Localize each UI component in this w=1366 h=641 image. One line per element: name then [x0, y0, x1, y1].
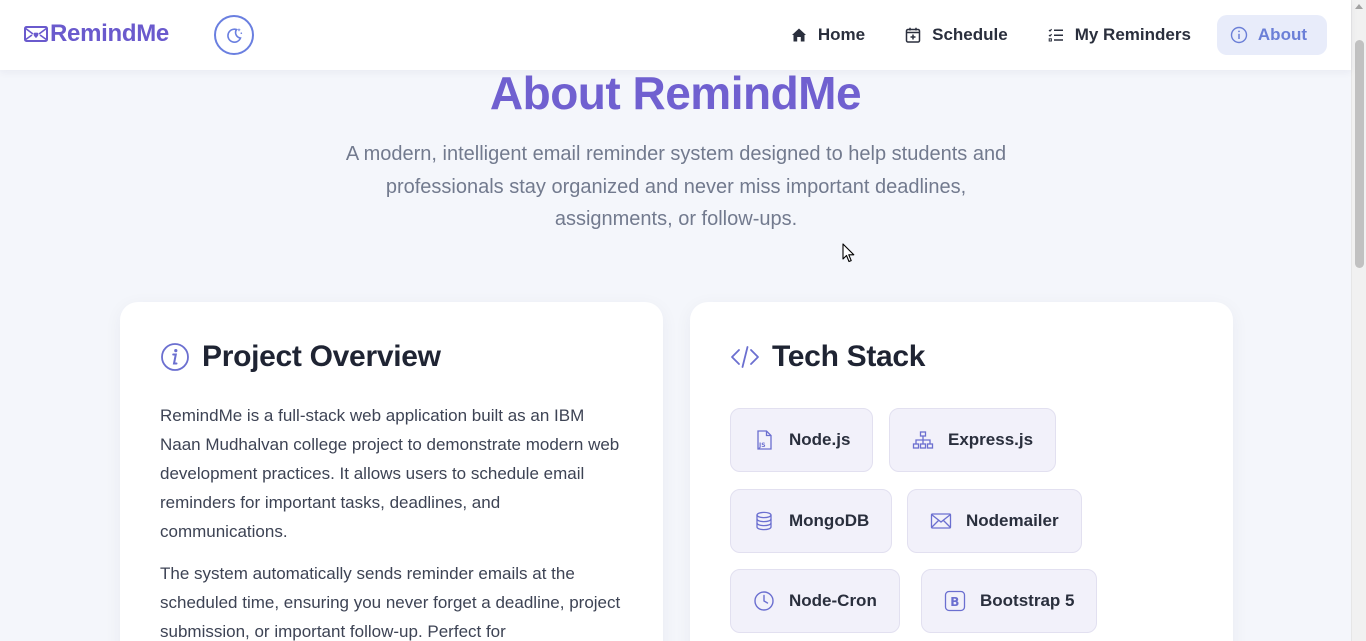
- home-icon: [791, 28, 806, 42]
- info-circle-icon: [161, 343, 189, 371]
- moon-stars-icon: [227, 28, 243, 43]
- clock-icon: [754, 591, 774, 611]
- brand-name: RemindMe: [50, 20, 169, 47]
- tech-item-label: MongoDB: [789, 511, 870, 530]
- page-scrollbar[interactable]: [1351, 0, 1366, 641]
- scroll-up-arrow-icon[interactable]: [1355, 4, 1363, 9]
- nav-my-reminders-label: My Reminders: [1074, 25, 1191, 44]
- tech-stack-header: Tech Stack: [730, 340, 925, 374]
- nav-home[interactable]: Home: [777, 15, 885, 55]
- nav-about-label: About: [1257, 25, 1307, 44]
- svg-text:B: B: [950, 595, 959, 609]
- tech-stack-card: Tech Stack JS Node.js Express.js MongoDB: [690, 302, 1233, 641]
- list-icon: [1048, 28, 1063, 42]
- tech-item-label: Nodemailer: [966, 511, 1059, 530]
- bootstrap-icon: B: [944, 590, 966, 612]
- overview-paragraph-2: The system automatically sends reminder …: [160, 564, 621, 641]
- brand-logo[interactable]: RemindMe: [24, 20, 169, 48]
- page-subtitle: A modern, intelligent email reminder sys…: [345, 143, 1007, 230]
- page-title: About RemindMe: [489, 67, 862, 119]
- info-icon: [1230, 26, 1248, 44]
- nav-schedule-label: Schedule: [932, 25, 1008, 44]
- navbar: RemindMe Home Schedule My Reminders Abou…: [0, 0, 1351, 70]
- svg-text:JS: JS: [758, 442, 766, 449]
- sitemap-icon: [912, 431, 934, 449]
- project-overview-header: Project Overview: [160, 340, 441, 374]
- calendar-plus-icon: [905, 27, 921, 43]
- tech-item-bootstrap: B Bootstrap 5: [921, 569, 1098, 633]
- nav-schedule[interactable]: Schedule: [891, 15, 1028, 55]
- nav-about[interactable]: About: [1216, 15, 1327, 55]
- code-icon: [731, 346, 759, 368]
- envelope-icon: [930, 513, 952, 529]
- tech-item-label: Bootstrap 5: [980, 591, 1075, 610]
- tech-item-nodemailer: Nodemailer: [907, 489, 1082, 553]
- tech-stack-title: Tech Stack: [772, 340, 926, 373]
- tech-item-mongodb: MongoDB: [730, 489, 893, 553]
- tech-item-label: Node-Cron: [789, 591, 877, 610]
- tech-item-node-cron: Node-Cron: [730, 569, 900, 633]
- database-icon: [756, 511, 772, 531]
- tech-item-expressjs: Express.js: [889, 408, 1057, 472]
- envelope-heart-icon: [24, 26, 48, 42]
- mouse-cursor-icon: [842, 243, 855, 263]
- nav-home-label: Home: [817, 25, 866, 44]
- scrollbar-thumb[interactable]: [1355, 40, 1364, 268]
- tech-item-label: Node.js: [789, 430, 851, 449]
- overview-paragraph-1: RemindMe is a full-stack web application…: [160, 406, 620, 541]
- nav-links: Home Schedule My Reminders About: [777, 15, 1327, 55]
- js-file-icon: JS: [757, 430, 772, 450]
- tech-item-label: Express.js: [948, 430, 1034, 449]
- theme-toggle-button[interactable]: [214, 15, 254, 55]
- nav-my-reminders[interactable]: My Reminders: [1034, 15, 1211, 55]
- project-overview-card: Project Overview RemindMe is a full-stac…: [120, 302, 663, 641]
- tech-item-nodejs: JS Node.js: [730, 408, 874, 472]
- project-overview-title: Project Overview: [202, 340, 441, 373]
